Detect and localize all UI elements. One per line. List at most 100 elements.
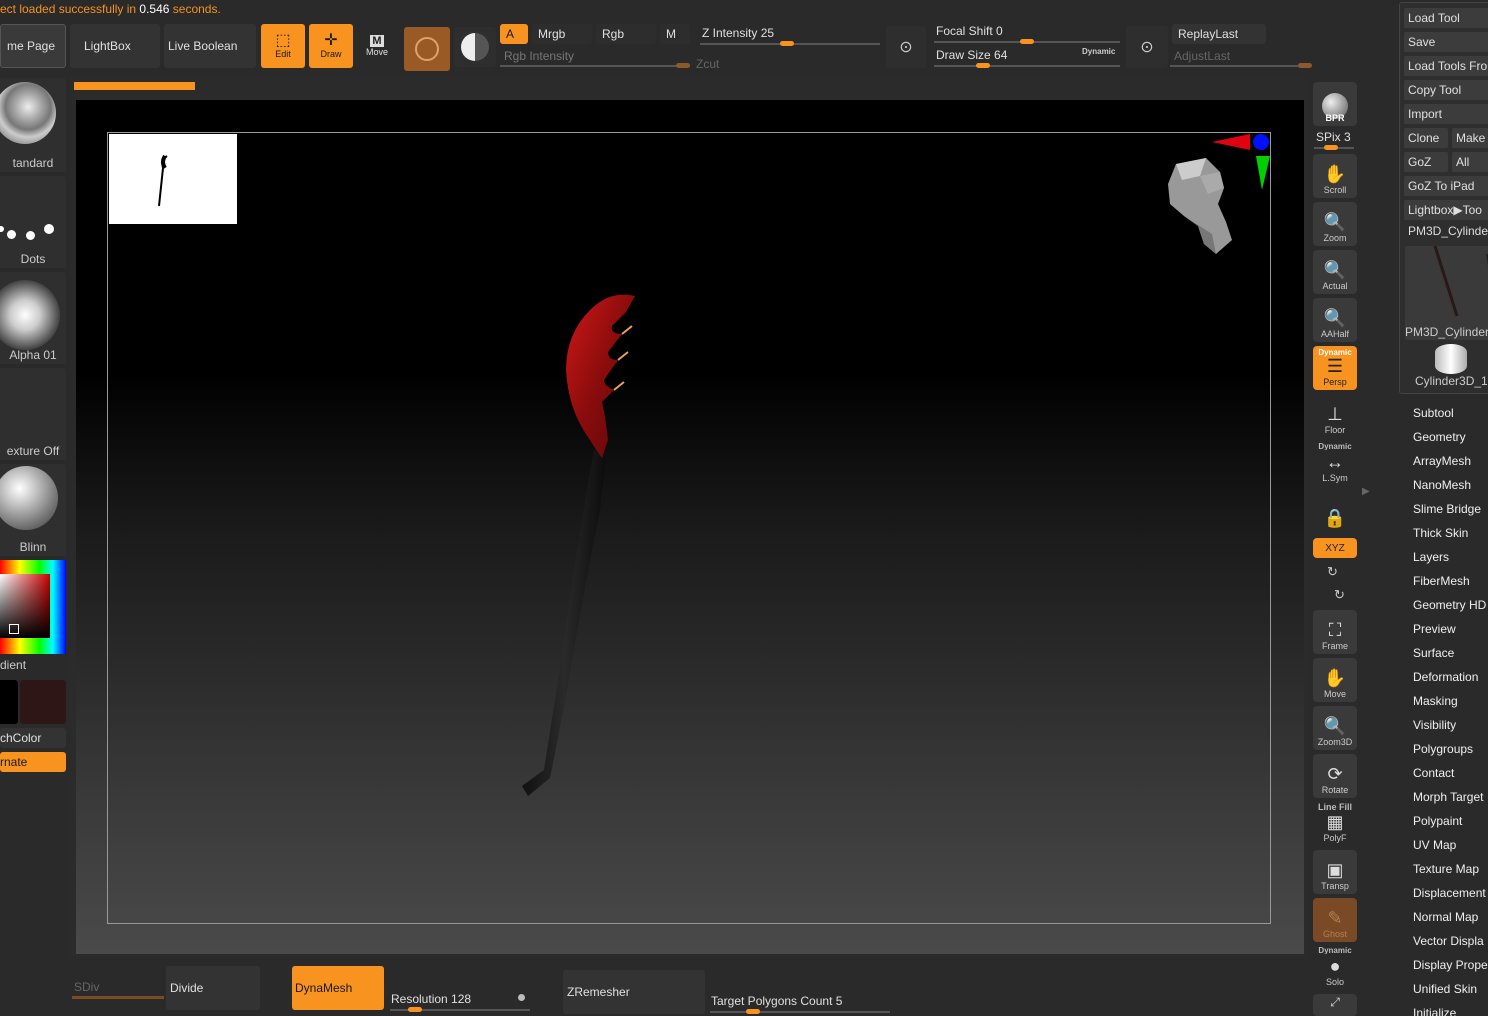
tool-thumbnail-current[interactable]: PM3D_Cylinder bbox=[1405, 246, 1488, 340]
draw-button[interactable]: ✛ Draw bbox=[309, 24, 353, 68]
resolution-dot-icon[interactable] bbox=[518, 994, 525, 1001]
s-button[interactable]: ⊙ bbox=[886, 26, 926, 68]
tool-menu-item[interactable]: ArrayMesh bbox=[1413, 454, 1471, 468]
bpr-button[interactable]: BPR bbox=[1313, 82, 1357, 126]
goz-button[interactable]: GoZ bbox=[1404, 152, 1448, 172]
import-button[interactable]: Import bbox=[1404, 104, 1488, 124]
frame-button[interactable]: ⛶ Frame bbox=[1313, 610, 1357, 654]
adjust-last-slider[interactable] bbox=[1170, 63, 1312, 68]
color-picker[interactable] bbox=[0, 560, 66, 654]
tool-menu-item[interactable]: Thick Skin bbox=[1413, 526, 1468, 540]
tool-menu-item[interactable]: Contact bbox=[1413, 766, 1454, 780]
persp-button[interactable]: Dynamic ☰ Persp bbox=[1313, 346, 1357, 390]
polyf-button[interactable]: ▦ PolyF bbox=[1313, 810, 1357, 846]
m-toggle[interactable]: M bbox=[660, 24, 690, 44]
alpha-selector[interactable]: Alpha 01 bbox=[0, 272, 66, 364]
spear-model[interactable] bbox=[510, 290, 650, 810]
lsym-button[interactable]: ↔ L.Sym bbox=[1313, 450, 1357, 486]
tool-thumbnail-cylinder[interactable]: Cylinder3D_1 bbox=[1405, 342, 1488, 390]
color-square[interactable] bbox=[0, 574, 50, 638]
floor-button[interactable]: ⊥ Floor bbox=[1313, 394, 1357, 438]
yin-yang-button[interactable] bbox=[454, 27, 496, 67]
aahalf-button[interactable]: 🔍 AAHalf bbox=[1313, 298, 1357, 342]
rgb-intensity-slider[interactable] bbox=[500, 63, 690, 68]
tool-menu-item[interactable]: Geometry HD bbox=[1413, 598, 1486, 612]
rotate-button[interactable]: ⟳ Rotate bbox=[1313, 754, 1357, 798]
solo-button[interactable]: ● Solo bbox=[1313, 954, 1357, 990]
d-button[interactable]: ⊙ bbox=[1126, 26, 1168, 68]
tool-menu-item[interactable]: NanoMesh bbox=[1413, 478, 1471, 492]
xyz-button[interactable]: XYZ bbox=[1313, 538, 1357, 558]
actual-button[interactable]: 🔍 Actual bbox=[1313, 250, 1357, 294]
spix-slider[interactable] bbox=[1314, 145, 1354, 150]
tool-menu-item[interactable]: Unified Skin bbox=[1413, 982, 1477, 996]
tool-menu-item[interactable]: Morph Target bbox=[1413, 790, 1483, 804]
lightbox-tool-button[interactable]: Lightbox▶Too bbox=[1404, 200, 1488, 220]
dynamic-label[interactable]: Dynamic bbox=[1082, 47, 1115, 56]
scroll-button[interactable]: ✋ Scroll bbox=[1313, 154, 1357, 198]
slider-knob[interactable] bbox=[746, 1009, 760, 1014]
tool-menu-item[interactable]: Slime Bridge bbox=[1413, 502, 1481, 516]
expand-button[interactable]: ⤢ bbox=[1313, 994, 1357, 1016]
rgb-toggle[interactable]: Rgb bbox=[596, 24, 656, 44]
material-selector[interactable]: Blinn bbox=[0, 464, 66, 556]
divide-button[interactable]: Divide bbox=[166, 966, 260, 1010]
zoom3d-button[interactable]: 🔍 Zoom3D bbox=[1313, 706, 1357, 750]
zoom-button[interactable]: 🔍 Zoom bbox=[1313, 202, 1357, 246]
orientation-gizmo[interactable] bbox=[1160, 128, 1275, 263]
tool-menu-item[interactable]: Polypaint bbox=[1413, 814, 1462, 828]
texture-selector[interactable]: exture Off bbox=[0, 368, 66, 460]
rotate-z-icon[interactable]: ↻ bbox=[1334, 587, 1345, 603]
slider-knob[interactable] bbox=[676, 63, 690, 68]
load-tools-from-button[interactable]: Load Tools Fro bbox=[1404, 56, 1488, 76]
target-polygons-slider[interactable] bbox=[710, 1009, 890, 1014]
tool-menu-item[interactable]: Texture Map bbox=[1413, 862, 1479, 876]
edit-button[interactable]: ⬚ Edit bbox=[261, 24, 305, 68]
tool-menu-item[interactable]: Display Prope bbox=[1413, 958, 1488, 972]
copy-tool-button[interactable]: Copy Tool bbox=[1404, 80, 1488, 100]
tool-menu-item[interactable]: UV Map bbox=[1413, 838, 1456, 852]
home-page-button[interactable]: me Page bbox=[0, 24, 66, 68]
draw-size-slider[interactable] bbox=[934, 63, 1120, 68]
tool-menu-item[interactable]: Preview bbox=[1413, 622, 1456, 636]
live-boolean-button[interactable]: Live Boolean bbox=[164, 24, 256, 68]
transp-button[interactable]: ▣ Transp bbox=[1313, 850, 1357, 894]
color-cursor[interactable] bbox=[9, 624, 19, 634]
dynamesh-button[interactable]: DynaMesh bbox=[292, 966, 384, 1010]
slider-knob[interactable] bbox=[976, 63, 990, 68]
z-intensity-slider[interactable] bbox=[700, 41, 880, 46]
clone-button[interactable]: Clone bbox=[1404, 128, 1448, 148]
zremesher-button[interactable]: ZRemesher bbox=[563, 970, 705, 1014]
save-button[interactable]: Save bbox=[1404, 32, 1488, 52]
tool-menu-item[interactable]: Geometry bbox=[1413, 430, 1466, 444]
tool-menu-item[interactable]: FiberMesh bbox=[1413, 574, 1470, 588]
sdiv-slider[interactable] bbox=[72, 996, 164, 999]
tool-menu-item[interactable]: Surface bbox=[1413, 646, 1454, 660]
slider-knob[interactable] bbox=[408, 1007, 422, 1012]
collapse-arrow-icon[interactable]: ▶ bbox=[1362, 486, 1370, 497]
tool-menu-item[interactable]: Displacement bbox=[1413, 886, 1486, 900]
navigator-thumbnail[interactable] bbox=[109, 134, 237, 224]
ghost-button[interactable]: ✎ Ghost bbox=[1313, 898, 1357, 942]
brush-selector[interactable]: tandard bbox=[0, 78, 66, 172]
slider-knob[interactable] bbox=[1020, 39, 1034, 44]
rotate-y-icon[interactable]: ↻ bbox=[1327, 564, 1338, 580]
focal-shift-slider[interactable] bbox=[934, 39, 1120, 44]
move-button[interactable]: M Move bbox=[357, 24, 397, 68]
tool-menu-item[interactable]: Initialize bbox=[1413, 1006, 1456, 1016]
all-button[interactable]: All bbox=[1452, 152, 1488, 172]
tool-menu-item[interactable]: Normal Map bbox=[1413, 910, 1478, 924]
stroke-selector[interactable]: Dots bbox=[0, 176, 66, 268]
tool-menu-item[interactable]: Masking bbox=[1413, 694, 1458, 708]
switch-color-button[interactable]: chColor bbox=[0, 728, 66, 748]
goz-ipad-button[interactable]: GoZ To iPad bbox=[1404, 176, 1488, 196]
replay-last-button[interactable]: ReplayLast bbox=[1172, 24, 1266, 44]
tool-menu-item[interactable]: Vector Displa bbox=[1413, 934, 1484, 948]
tool-menu-item[interactable]: Visibility bbox=[1413, 718, 1456, 732]
move-3d-button[interactable]: ✋ Move bbox=[1313, 658, 1357, 702]
alternate-button[interactable]: rnate bbox=[0, 752, 66, 772]
tool-menu-item[interactable]: Polygroups bbox=[1413, 742, 1473, 756]
tool-menu-item[interactable]: Subtool bbox=[1413, 406, 1454, 420]
slider-knob[interactable] bbox=[1324, 145, 1338, 150]
slider-knob[interactable] bbox=[780, 41, 794, 46]
